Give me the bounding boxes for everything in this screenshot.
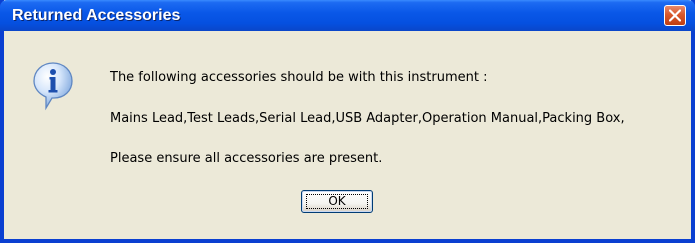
ok-button-label: OK [328, 194, 346, 208]
dialog-title: Returned Accessories [12, 7, 181, 24]
message-line-instruction: Please ensure all accessories are presen… [110, 151, 383, 166]
ok-button[interactable]: OK [301, 190, 373, 213]
close-icon [669, 9, 681, 22]
title-bar[interactable]: Returned Accessories [0, 0, 695, 31]
message-line-intro: The following accessories should be with… [110, 70, 488, 85]
message-line-accessories: Mains Lead,Test Leads,Serial Lead,USB Ad… [110, 111, 625, 126]
returned-accessories-dialog: Returned Accessories The following acces… [0, 0, 695, 243]
info-icon [33, 62, 73, 111]
close-button[interactable] [664, 5, 686, 26]
